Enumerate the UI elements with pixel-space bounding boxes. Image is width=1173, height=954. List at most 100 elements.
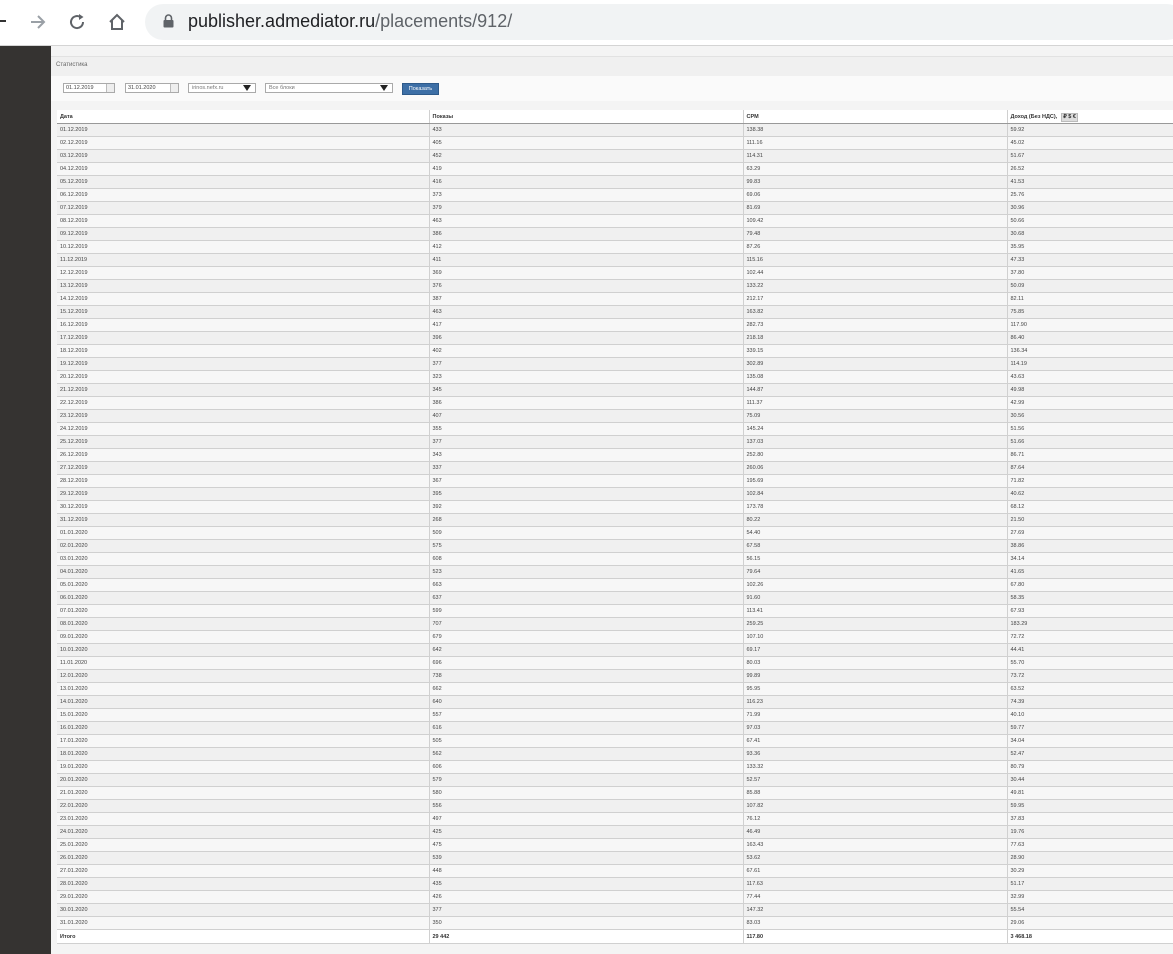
total-label: Итого	[57, 929, 430, 944]
reload-icon[interactable]	[63, 8, 91, 36]
table-row: 21.12.2019 345 144.87 49.98	[57, 383, 1173, 397]
window-edge	[0, 20, 6, 22]
cell-cpm: 91.60	[743, 591, 1008, 605]
table-row: 10.01.2020 642 69.17 44.41	[57, 643, 1173, 657]
cell-impressions: 379	[429, 201, 744, 215]
cell-date: 18.12.2019	[57, 344, 430, 358]
forward-icon[interactable]	[24, 8, 52, 36]
cell-impressions: 579	[429, 773, 744, 787]
table-row: 15.12.2019 463 163.82 75.85	[57, 305, 1173, 319]
table-row: 01.01.2020 509 54.40 27.69	[57, 526, 1173, 540]
table-row: 23.12.2019 407 75.09 30.56	[57, 409, 1173, 423]
table-row: 02.01.2020 575 67.58 38.86	[57, 539, 1173, 553]
table-row: 20.01.2020 579 52.57 30.44	[57, 773, 1173, 787]
cell-impressions: 426	[429, 890, 744, 904]
cell-impressions: 337	[429, 461, 744, 475]
cell-cpm: 79.64	[743, 565, 1008, 579]
date-from-field[interactable]: 01.12.2019	[63, 83, 115, 93]
cell-date: 10.01.2020	[57, 643, 430, 657]
table-row: 12.01.2020 738 99.89 73.72	[57, 669, 1173, 683]
cell-date: 24.01.2020	[57, 825, 430, 839]
cell-cpm: 81.69	[743, 201, 1008, 215]
currency-usd[interactable]: $	[1068, 114, 1071, 120]
cell-cpm: 79.48	[743, 227, 1008, 241]
table-row: 09.01.2020 679 107.10 72.72	[57, 630, 1173, 644]
cell-revenue: 87.64	[1007, 461, 1173, 475]
cell-cpm: 163.43	[743, 838, 1008, 852]
cell-date: 01.01.2020	[57, 526, 430, 540]
cell-impressions: 373	[429, 188, 744, 202]
section-title: Статистика	[56, 62, 88, 68]
cell-revenue: 73.72	[1007, 669, 1173, 683]
calendar-icon[interactable]	[106, 84, 114, 92]
cell-cpm: 107.82	[743, 799, 1008, 813]
cell-cpm: 80.03	[743, 656, 1008, 670]
cell-impressions: 350	[429, 916, 744, 930]
cell-cpm: 97.03	[743, 721, 1008, 735]
cell-cpm: 63.29	[743, 162, 1008, 176]
cell-cpm: 218.18	[743, 331, 1008, 345]
table-row: 22.01.2020 556 107.82 59.95	[57, 799, 1173, 813]
currency-eur[interactable]: €	[1073, 114, 1076, 120]
cell-revenue: 49.98	[1007, 383, 1173, 397]
cell-cpm: 87.26	[743, 240, 1008, 254]
total-row: Итого 29 442 117.80 3 468.18	[57, 929, 1173, 944]
cell-cpm: 53.62	[743, 851, 1008, 865]
cell-date: 08.01.2020	[57, 617, 430, 631]
table-row: 26.12.2019 343 252.80 86.71	[57, 448, 1173, 462]
cell-revenue: 71.82	[1007, 474, 1173, 488]
cell-impressions: 497	[429, 812, 744, 826]
cell-impressions: 642	[429, 643, 744, 657]
cell-impressions: 608	[429, 552, 744, 566]
blocks-select[interactable]: Все блоки	[265, 83, 393, 93]
table-row: 21.01.2020 580 85.88 49.81	[57, 786, 1173, 800]
currency-rub[interactable]: ₽	[1063, 114, 1067, 120]
table-row: 30.12.2019 392 173.78 68.12	[57, 500, 1173, 514]
header-revenue[interactable]: Доход (Без НДС), ₽ $ €	[1007, 110, 1173, 124]
cell-date: 12.12.2019	[57, 266, 430, 280]
cell-date: 04.12.2019	[57, 162, 430, 176]
section-bar	[51, 56, 1173, 77]
cell-revenue: 82.11	[1007, 292, 1173, 306]
cell-revenue: 67.80	[1007, 578, 1173, 592]
cell-impressions: 377	[429, 903, 744, 917]
cell-cpm: 133.32	[743, 760, 1008, 774]
table-row: 19.12.2019 377 302.89 114.19	[57, 357, 1173, 371]
url-text[interactable]: publisher.admediator.ru/placements/912/	[188, 11, 512, 32]
date-to-field[interactable]: 31.01.2020	[125, 83, 179, 93]
show-button[interactable]: Показать	[402, 83, 439, 95]
cell-date: 28.12.2019	[57, 474, 430, 488]
table-row: 14.12.2019 387 212.17 82.11	[57, 292, 1173, 306]
cell-cpm: 282.73	[743, 318, 1008, 332]
cell-cpm: 52.57	[743, 773, 1008, 787]
header-impressions[interactable]: Показы	[429, 110, 744, 124]
cell-cpm: 212.17	[743, 292, 1008, 306]
cell-impressions: 343	[429, 448, 744, 462]
cell-revenue: 34.14	[1007, 552, 1173, 566]
cell-date: 17.12.2019	[57, 331, 430, 345]
sidebar	[0, 46, 51, 954]
chevron-down-icon	[380, 85, 388, 91]
home-icon[interactable]	[103, 8, 131, 36]
header-cpm[interactable]: CPM	[743, 110, 1008, 124]
cell-revenue: 37.83	[1007, 812, 1173, 826]
header-date[interactable]: Дата	[57, 110, 430, 124]
cell-impressions: 580	[429, 786, 744, 800]
calendar-icon[interactable]	[170, 84, 178, 92]
table-row: 03.01.2020 608 56.15 34.14	[57, 552, 1173, 566]
cell-impressions: 369	[429, 266, 744, 280]
cell-cpm: 133.22	[743, 279, 1008, 293]
cell-revenue: 80.79	[1007, 760, 1173, 774]
site-select[interactable]: irinos.nefx.ru	[188, 83, 256, 93]
cell-revenue: 136.34	[1007, 344, 1173, 358]
cell-impressions: 463	[429, 305, 744, 319]
cell-impressions: 435	[429, 877, 744, 891]
cell-revenue: 21.50	[1007, 513, 1173, 527]
currency-switcher[interactable]: ₽ $ €	[1061, 112, 1078, 122]
address-bar[interactable]: publisher.admediator.ru/placements/912/	[145, 4, 1173, 40]
cell-impressions: 387	[429, 292, 744, 306]
cell-revenue: 86.40	[1007, 331, 1173, 345]
table-row: 31.12.2019 268 80.22 21.50	[57, 513, 1173, 527]
cell-impressions: 509	[429, 526, 744, 540]
cell-cpm: 107.10	[743, 630, 1008, 644]
